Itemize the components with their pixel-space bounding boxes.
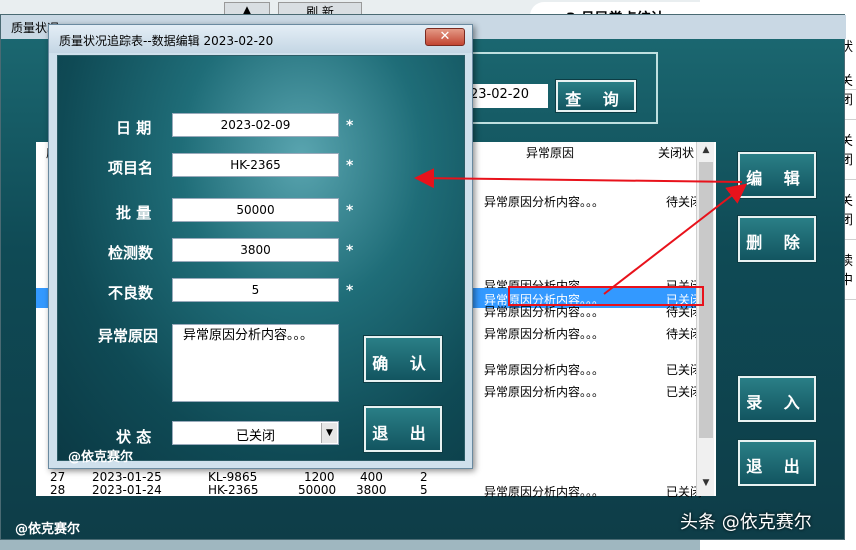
arrow-to-edit <box>603 183 748 295</box>
arrow-to-dialog <box>414 168 743 189</box>
watermark: 头条 @依克赛尔 <box>680 512 812 533</box>
annotation-arrows <box>414 168 748 295</box>
